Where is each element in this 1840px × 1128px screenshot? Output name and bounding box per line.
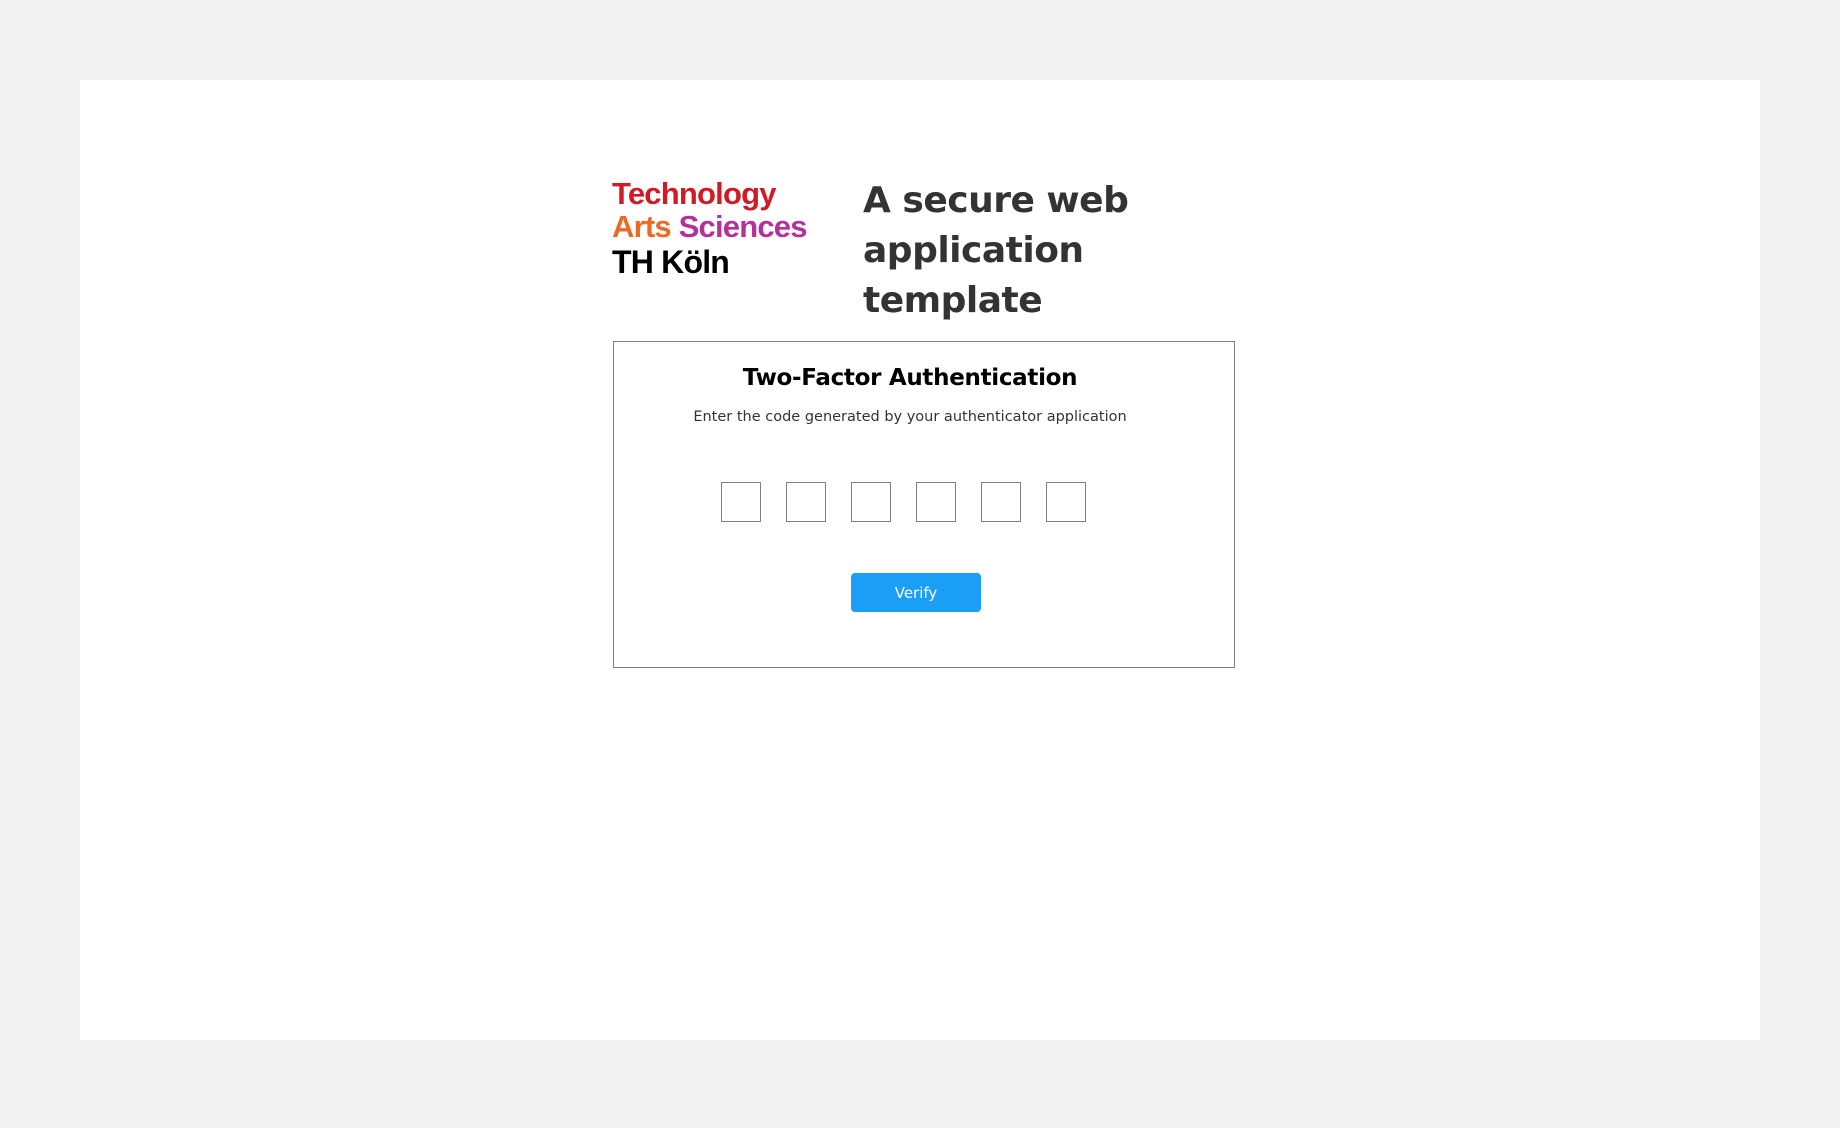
code-digit-1-input[interactable] — [721, 482, 761, 522]
code-digit-3-input[interactable] — [851, 482, 891, 522]
two-factor-subtitle: Enter the code generated by your authent… — [693, 409, 1127, 425]
th-koeln-logo: Technology Arts Sciences TH Köln — [612, 176, 807, 286]
two-factor-panel: Two-Factor Authentication Enter the code… — [613, 341, 1235, 668]
header: Technology Arts Sciences TH Köln A secur… — [612, 176, 1252, 321]
logo-line-th-koeln: TH Köln — [612, 246, 802, 278]
two-factor-title: Two-Factor Authentication — [742, 365, 1078, 391]
code-digit-6-input[interactable] — [1046, 482, 1086, 522]
logo-word-sciences: Sciences — [678, 209, 808, 244]
code-digit-2-input[interactable] — [786, 482, 826, 522]
logo-line-arts-sciences: Arts Sciences — [612, 209, 807, 244]
code-digit-5-input[interactable] — [981, 482, 1021, 522]
verify-button[interactable]: Verify — [851, 573, 981, 612]
logo-word-technology: Technology — [612, 176, 776, 211]
code-digit-4-input[interactable] — [916, 482, 956, 522]
logo-word-th-koeln: TH Köln — [612, 244, 730, 280]
page-tagline: A secure web application template — [863, 180, 1129, 321]
logo-word-arts: Arts — [612, 209, 672, 244]
logo-line-technology: Technology — [612, 178, 802, 209]
